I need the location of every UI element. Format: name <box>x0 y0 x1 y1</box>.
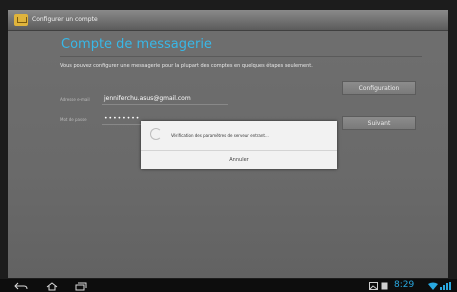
cancel-button[interactable]: Annuler <box>141 151 337 169</box>
status-clock: 8:29 <box>394 280 415 290</box>
gallery-notification-icon[interactable] <box>369 282 378 290</box>
next-button[interactable]: Suivant <box>342 116 416 130</box>
password-field-underline <box>102 124 146 125</box>
email-field[interactable]: jenniferchu.asus@gmail.com <box>104 95 191 102</box>
manual-setup-button[interactable]: Configuration <box>342 81 416 95</box>
dialog-message: Vérification des paramètres de serveur e… <box>171 133 269 138</box>
app-title: Configurer un compte <box>32 16 98 23</box>
title-bar: Configurer un compte <box>8 10 448 31</box>
loading-spinner-icon <box>150 128 162 140</box>
wifi-icon <box>428 282 438 290</box>
email-app-icon <box>14 14 28 26</box>
password-field[interactable]: •••••••• <box>104 115 140 122</box>
home-icon[interactable] <box>46 282 58 291</box>
system-navigation-bar <box>0 279 457 292</box>
recent-apps-icon[interactable] <box>75 282 87 291</box>
heading-divider <box>60 56 422 57</box>
email-label: Adresse e-mail <box>60 97 90 102</box>
verification-dialog: Vérification des paramètres de serveur e… <box>141 121 337 169</box>
setup-description: Vous pouvez configurer une messagerie po… <box>60 63 313 69</box>
screen: Configurer un compte Compte de messageri… <box>0 0 457 292</box>
email-field-underline <box>102 104 228 105</box>
page-title: Compte de messagerie <box>61 37 212 52</box>
download-notification-icon[interactable] <box>381 282 388 290</box>
signal-icon <box>440 282 451 290</box>
back-icon[interactable] <box>14 282 28 290</box>
password-label: Mot de passe <box>60 117 87 122</box>
